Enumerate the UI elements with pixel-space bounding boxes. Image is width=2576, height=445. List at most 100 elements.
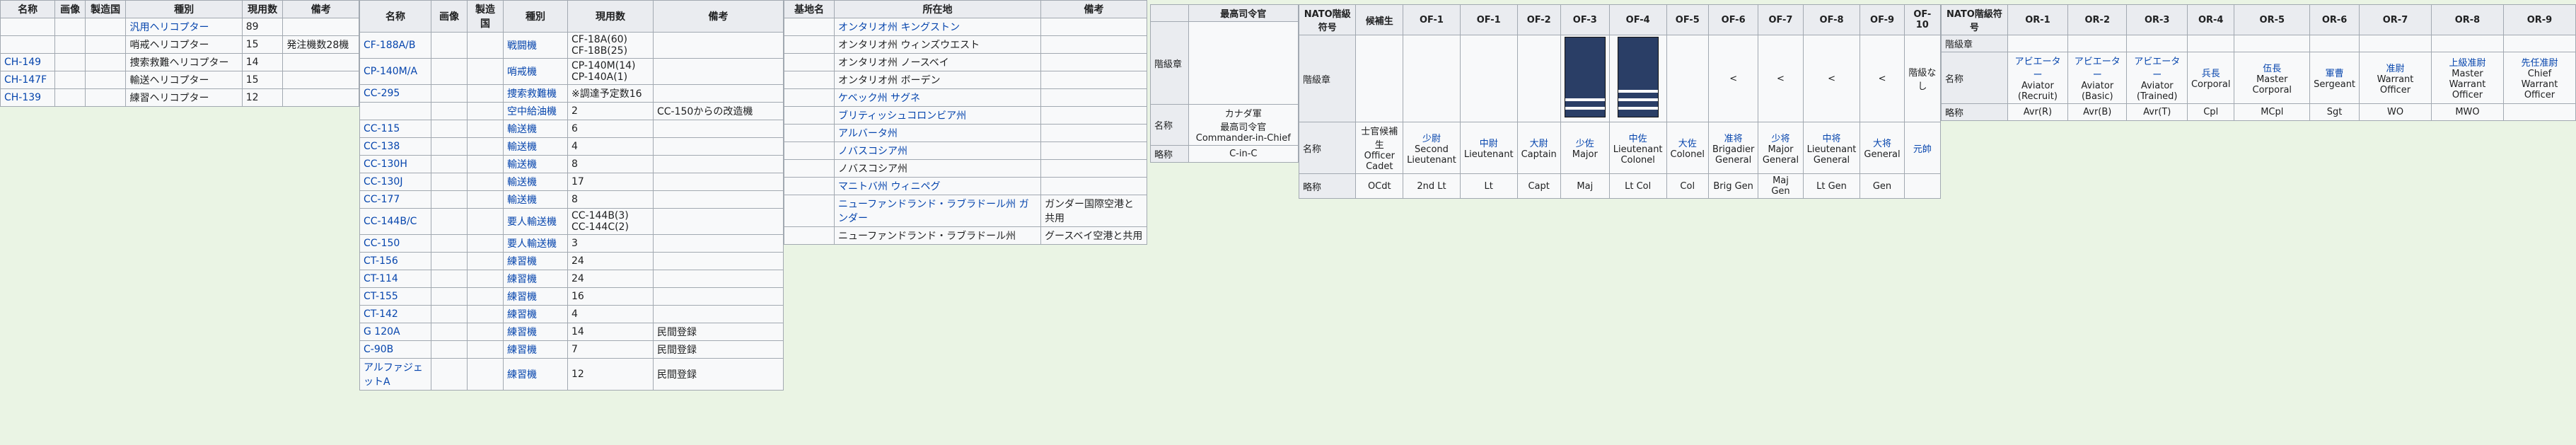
table-row: CC-138 輸送機 4 [359,137,784,156]
aircraft-name[interactable]: C-90B [359,340,431,359]
table-row: ノバスコシア州 [784,159,1147,178]
location-cell[interactable]: ノバスコシア州 [833,141,1042,160]
rank-name-en: General [1864,149,1901,160]
aircraft-name[interactable]: G 120A [359,323,431,341]
rank-name-jp[interactable]: 中尉 [1464,136,1514,149]
rank-name-jp[interactable]: 准将 [1712,131,1754,144]
type-cell[interactable]: 練習機 [503,305,568,323]
type-cell[interactable]: 輸送機 [503,120,568,138]
rank-abbr-cell: Avr(B) [2067,103,2128,121]
column-header: 種別 [503,0,568,33]
rank-name-cell: 先任准尉 Chief Warrant Officer [2502,52,2576,104]
location-cell[interactable]: オンタリオ州 キングストン [833,18,1042,36]
aircraft-name[interactable]: CT-114 [359,270,431,288]
rank-code-header: OF-5 [1666,4,1709,35]
aircraft-name[interactable]: CC-150 [359,234,431,253]
type-cell[interactable]: 練習機 [503,340,568,359]
location-cell[interactable]: マニトバ州 ウィニペグ [833,177,1042,195]
table-row: CP-140M/A 哨戒機 CP-140M(14) CP-140A(1) [359,58,784,85]
count-cell: CC-144B(3) CC-144C(2) [567,208,654,235]
type-cell: 捜索救難ヘリコプター [125,53,243,71]
column-header: 備考 [282,0,359,18]
type-cell[interactable]: 輸送機 [503,190,568,209]
rank-name-jp[interactable]: 兵長 [2191,66,2231,79]
rank-name-jp[interactable]: 先任准尉 [2507,55,2572,69]
insignia-cell: < [1860,35,1905,122]
type-cell[interactable]: 要人輸送機 [503,208,568,235]
type-cell[interactable]: 要人輸送機 [503,234,568,253]
type-cell[interactable]: 輸送機 [503,173,568,191]
note-cell: 発注機数28機 [282,35,359,54]
rank-name-jp[interactable]: 伍長 [2238,61,2306,74]
type-cell[interactable]: 練習機 [503,270,568,288]
rank-name-jp[interactable]: 大将 [1864,136,1900,149]
note-cell [653,173,784,191]
type-cell[interactable]: 捜索救難機 [503,84,568,103]
rank-name-jp[interactable]: 上級准尉 [2435,55,2500,69]
aircraft-name[interactable]: CH-149 [0,53,56,71]
aircraft-name[interactable]: CC-144B/C [359,208,431,235]
rank-code-header: OF-4 [1608,4,1667,35]
aircraft-name[interactable]: CC-138 [359,137,431,156]
note-cell: ガンダー国際空港と共用 [1040,195,1147,227]
aircraft-name[interactable]: CC-295 [359,84,431,103]
aircraft-name[interactable]: CC-115 [359,120,431,138]
type-cell[interactable]: 哨戒機 [503,58,568,85]
aircraft-name[interactable]: CH-139 [0,88,56,107]
count-cell: 4 [567,137,654,156]
aircraft-table: 名称 画像 製造国 種別 現用数 備考 CF-188A/B 戦闘機 CF-18A(60) CF… [359,0,784,391]
aircraft-name [359,102,431,120]
type-cell[interactable]: 練習機 [503,252,568,270]
rank-name-jp[interactable]: アビエーター [2072,54,2123,81]
type-cell[interactable]: 汎用ヘリコプター [125,18,243,36]
base-name-cell [784,226,835,245]
country-cell [467,32,504,59]
rank-name-jp[interactable]: 少佐 [1565,136,1606,149]
rank-name-jp[interactable]: 軍曹 [2314,66,2355,79]
type-cell[interactable]: 練習機 [503,358,568,391]
aircraft-name[interactable]: CT-142 [359,305,431,323]
rank-name-jp[interactable]: 少尉 [1407,131,1456,144]
country-cell [467,234,504,253]
insignia-cell [1459,35,1518,122]
aircraft-name[interactable]: CC-130J [359,173,431,191]
aircraft-name[interactable]: CP-140M/A [359,58,431,85]
insignia-cell [1516,35,1561,122]
header-row: NATO階級符号 候補生 OF-1 OF-1 OF-2 OF-3 OF-4 OF-5 OF-6 O… [1298,4,1942,35]
rank-name-jp[interactable]: アビエーター [2012,54,2064,81]
aircraft-name[interactable]: CH-147F [0,71,56,89]
location-cell[interactable]: アルバータ州 [833,124,1042,142]
aircraft-name[interactable]: CT-155 [359,287,431,306]
type-cell[interactable]: 練習機 [503,287,568,306]
rank-name-jp[interactable]: 中将 [1807,131,1857,144]
rank-abbr-cell: WO [2359,103,2432,121]
type-cell[interactable]: 輸送機 [503,137,568,156]
aircraft-name[interactable]: アルファジェットA [359,358,431,391]
image-cell [54,53,86,71]
type-cell[interactable]: 練習機 [503,323,568,341]
rank-abbr-cell: Capt [1516,173,1561,199]
rank-name-jp[interactable]: 元帥 [1908,141,1937,155]
rank-code-header: OF-10 [1903,4,1942,35]
rank-name-jp: 士官候補生 [1361,127,1398,151]
aircraft-name[interactable]: CF-188A/B [359,32,431,59]
commander-name: カナダ軍 最高司令官 Commander-in-Chief [1188,104,1299,146]
type-cell[interactable]: 戦闘機 [503,32,568,59]
rank-name-jp[interactable]: アビエーター [2130,54,2183,81]
rank-name-jp[interactable]: 大佐 [1671,136,1705,149]
location-cell[interactable]: ブリティッシュコロンビア州 [833,106,1042,125]
type-cell[interactable]: 空中給油機 [503,102,568,120]
aircraft-name[interactable]: CT-156 [359,252,431,270]
rank-name-jp[interactable]: 少将 [1762,131,1799,144]
rank-name-jp[interactable]: 准尉 [2363,61,2427,74]
location-cell[interactable]: ニューファンドランド・ラブラドール州 ガンダー [833,195,1042,227]
rank-name-jp[interactable]: 大尉 [1521,136,1557,149]
location-cell[interactable]: ケベック州 サグネ [833,88,1042,107]
rank-name-jp[interactable]: 中佐 [1613,131,1663,144]
rank-code-header: 候補生 [1355,4,1404,35]
aircraft-name[interactable]: CC-177 [359,190,431,209]
image-cell [431,190,468,209]
aircraft-name[interactable]: CC-130H [359,155,431,173]
country-cell [467,208,504,235]
type-cell[interactable]: 輸送機 [503,155,568,173]
